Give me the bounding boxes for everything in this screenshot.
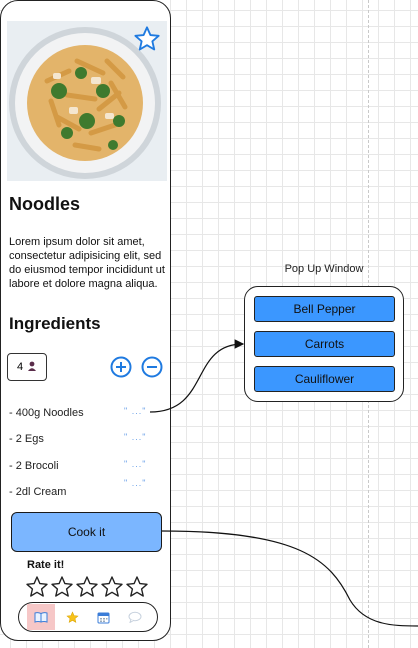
ingredient-menu-marker[interactable]: " ..." (124, 478, 146, 488)
bottom-tab-bar (18, 602, 158, 632)
ingredients-heading: Ingredients (9, 314, 101, 333)
popup-title: Pop Up Window (284, 263, 364, 275)
ingredient-menu-marker[interactable]: " ..." (124, 459, 146, 469)
rating-stars (25, 575, 149, 599)
rate-label: Rate it! (27, 559, 65, 571)
rating-star-icon[interactable] (75, 575, 99, 599)
recipe-title: Noodles (9, 194, 81, 214)
book-icon[interactable] (26, 604, 55, 630)
ingredient-item: - 2 Egs (9, 433, 44, 445)
increase-servings-button[interactable] (110, 356, 132, 378)
option-carrots-button[interactable]: Carrots (254, 331, 395, 357)
ingredient-menu-marker[interactable]: " ..." (124, 406, 146, 416)
phone-frame: Noodles Lorem ipsum dolor sit amet, cons… (0, 0, 171, 641)
ingredient-item: - 2dl Cream (9, 486, 67, 498)
ingredient-item: - 400g Noodles (9, 407, 84, 419)
option-cauliflower-button[interactable]: Cauliflower (254, 366, 395, 392)
rating-star-icon[interactable] (25, 575, 49, 599)
cook-it-button[interactable]: Cook it (11, 512, 162, 552)
ingredient-item: - 2 Brocoli (9, 460, 59, 472)
rating-star-icon[interactable] (100, 575, 124, 599)
star-icon[interactable] (58, 604, 86, 630)
calendar-icon[interactable] (90, 604, 118, 630)
connector-from-cook-button (161, 530, 418, 627)
person-icon (27, 361, 37, 374)
chat-icon[interactable] (121, 604, 149, 630)
recipe-description: Lorem ipsum dolor sit amet, consectetur … (9, 236, 165, 290)
rating-star-icon[interactable] (50, 575, 74, 599)
option-bell-pepper-button[interactable]: Bell Pepper (254, 296, 395, 322)
popup-window: Bell Pepper Carrots Cauliflower (244, 286, 404, 402)
servings-selector[interactable]: 4 (7, 353, 47, 381)
decrease-servings-button[interactable] (141, 356, 163, 378)
rating-star-icon[interactable] (125, 575, 149, 599)
ingredient-menu-marker[interactable]: " ..." (124, 432, 146, 442)
favorite-star-icon[interactable] (133, 25, 161, 53)
servings-count: 4 (16, 361, 24, 373)
